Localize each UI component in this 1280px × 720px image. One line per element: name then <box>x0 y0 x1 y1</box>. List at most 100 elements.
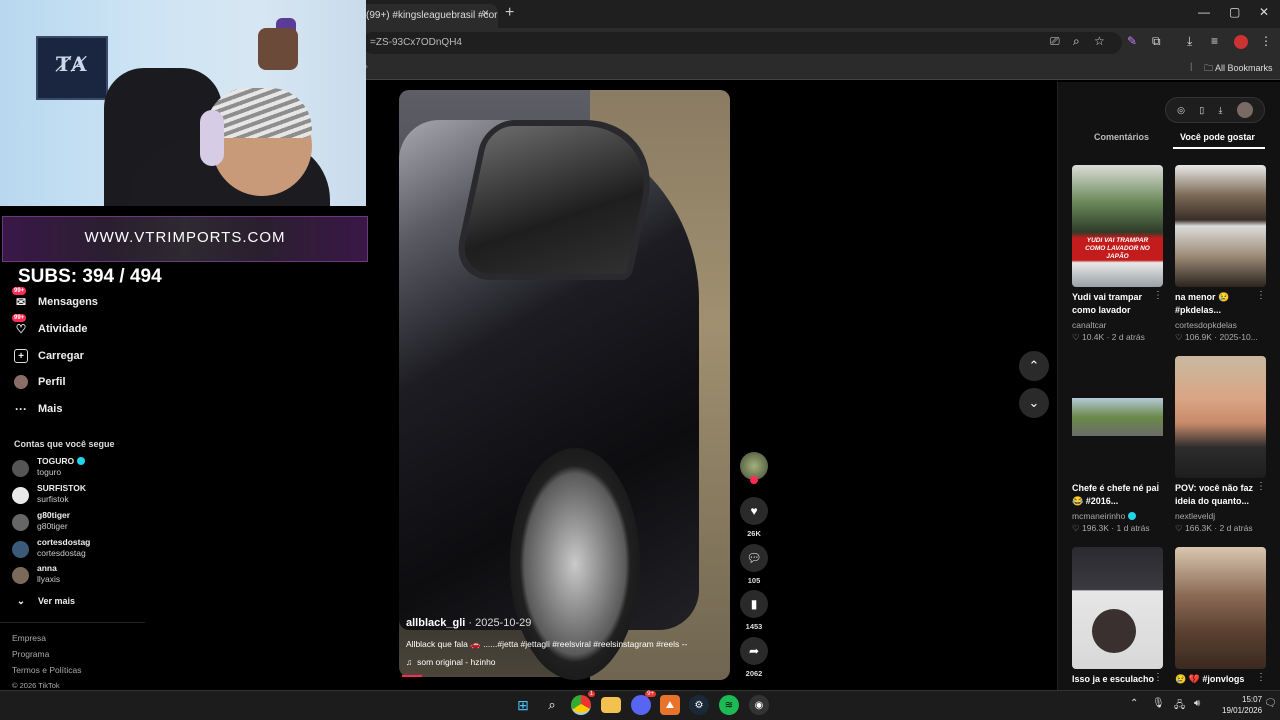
share-button[interactable]: ➦ <box>740 637 768 665</box>
more-options-icon[interactable]: ⋮ <box>1256 672 1266 683</box>
more-options-icon[interactable]: ⋮ <box>1256 481 1266 492</box>
card-title[interactable]: POV: você não faz ideia do quanto... <box>1175 482 1266 508</box>
like-button[interactable]: ♥ <box>740 497 768 525</box>
sidebar-item-label: Atividade <box>38 323 88 335</box>
account-name: g80tiger <box>37 510 71 520</box>
extensions-icon[interactable]: ⧉ <box>1152 34 1161 49</box>
video-thumbnail[interactable] <box>1175 356 1266 478</box>
tab-active-indicator <box>1173 147 1265 149</box>
card-author[interactable]: mcmaneirinho <box>1072 511 1137 521</box>
comment-icon: 💬︎ <box>746 551 762 565</box>
more-options-icon[interactable]: ⋮ <box>1256 290 1266 301</box>
maximize-button[interactable]: ▢ <box>1229 5 1240 19</box>
phone-icon[interactable]: ▯ <box>1199 105 1204 116</box>
card-title[interactable]: 😢 💔 #jonvlogs <box>1175 673 1266 686</box>
chrome-icon[interactable]: 1 <box>571 691 595 715</box>
bookmark-star-icon[interactable]: ☆ <box>1094 34 1105 48</box>
card-author[interactable]: cortesdopkdelas <box>1175 320 1237 330</box>
save-button[interactable]: ▮ <box>740 590 768 618</box>
download-icon[interactable]: ⤓ <box>1219 105 1223 116</box>
sidebar-item-messages[interactable]: ✉ 99+ Mensagens <box>12 287 98 309</box>
account-cortesdostag[interactable]: cortesdostag cortesdostag <box>12 537 212 561</box>
more-options-icon[interactable]: ⋮ <box>1153 672 1163 683</box>
tab-active[interactable]: (99+) #kingsleaguebrasil #corin <box>358 4 498 28</box>
card-title[interactable]: na menor 😢 #pkdelas... <box>1175 291 1266 317</box>
sidebar-item-activity[interactable]: ♡ 99+ Atividade <box>12 314 88 336</box>
video-thumbnail[interactable] <box>1072 547 1163 669</box>
divider: | <box>1190 61 1193 71</box>
address-bar[interactable]: =ZS-93Cx7ODnQH4 <box>362 32 1122 54</box>
extension-pen-icon[interactable]: ✎ <box>1127 34 1137 48</box>
discord-icon[interactable]: 9+ <box>631 691 656 715</box>
poster-logo: ȾȺ <box>56 52 87 76</box>
video-thumbnail[interactable] <box>1175 165 1266 287</box>
video-progress-bar[interactable] <box>402 675 422 677</box>
follow-icon[interactable] <box>750 476 758 484</box>
video-thumbnail[interactable] <box>1175 547 1266 669</box>
url-text: =ZS-93Cx7ODnQH4 <box>370 37 462 48</box>
file-explorer-icon[interactable] <box>601 697 621 713</box>
card-title[interactable]: Isso ja e esculacho <box>1072 673 1163 686</box>
share-count: 2062 <box>745 669 763 678</box>
sidebar-item-profile[interactable]: Perfil <box>14 375 66 389</box>
thumbnail-caption: YUDI VAI TRAMPAR COMO LAVADOR NO JAPÃO <box>1085 237 1150 260</box>
card-author[interactable]: canaltcar <box>1072 320 1107 330</box>
taskbar-clock[interactable]: 15:07 19/01/2026 <box>1222 694 1262 716</box>
profile-avatar[interactable] <box>1234 35 1248 49</box>
zoom-icon[interactable]: ⌕ <box>1073 34 1080 49</box>
all-bookmarks[interactable]: 🗀 All Bookmarks <box>1204 61 1273 77</box>
card-meta: ♡ 106.9K · 2025-10... <box>1175 332 1258 342</box>
footer-link-terms[interactable]: Termos e Políticas <box>12 665 81 675</box>
network-icon[interactable]: 🖧︎ <box>1174 698 1185 715</box>
obs-icon[interactable]: ◉ <box>749 695 769 715</box>
footer-link-program[interactable]: Programa <box>12 649 49 659</box>
account-surfistok[interactable]: SURFISTOK surfistok <box>12 483 212 507</box>
sidebar-item-more[interactable]: ··· Mais <box>14 402 62 416</box>
video-music[interactable]: ♫ som original - hzinho <box>406 657 496 667</box>
windows-start-icon[interactable]: ⊞ <box>513 695 533 715</box>
cast-icon[interactable]: ⎚ <box>1050 34 1060 49</box>
notifications-icon[interactable]: 🗨︎ <box>1264 698 1277 709</box>
tab-you-may-like[interactable]: Você pode gostar <box>1180 132 1255 142</box>
more-options-icon[interactable]: ⋮ <box>1153 481 1163 492</box>
steam-icon[interactable]: ⚙ <box>689 695 709 715</box>
tab-comments[interactable]: Comentários <box>1094 132 1149 142</box>
card-title[interactable]: Chefe é chefe né pai 😂 #2016... <box>1072 482 1163 508</box>
menu-icon[interactable]: ⋮ <box>1260 34 1272 48</box>
search-icon[interactable]: ⌕ <box>542 695 562 715</box>
account-toguro[interactable]: TOGURO toguro <box>12 456 212 480</box>
spotify-icon[interactable]: ≋ <box>719 695 739 715</box>
close-window-button[interactable]: ✕ <box>1259 5 1269 19</box>
tab-close-icon[interactable]: × <box>482 6 489 20</box>
video-author[interactable]: allblack_gli · 2025-10-29 <box>406 617 531 629</box>
media-icon[interactable]: ≡ <box>1211 34 1218 48</box>
clock-time: 15:07 <box>1242 695 1263 704</box>
messages-badge: 99+ <box>12 287 27 295</box>
music-note-icon: ♫ <box>406 657 413 667</box>
new-tab-button[interactable]: + <box>505 4 514 22</box>
previous-video-button[interactable]: ⌃ <box>1019 351 1049 381</box>
next-video-button[interactable]: ⌄ <box>1019 388 1049 418</box>
app-icon[interactable]: ⛰ <box>660 695 680 715</box>
footer-copyright: © 2026 TikTok <box>12 681 60 690</box>
avatar[interactable] <box>1236 102 1253 118</box>
tray-chevron-up-icon[interactable]: ⌃ <box>1130 698 1138 709</box>
volume-icon[interactable]: 🔊︎ <box>1194 698 1200 709</box>
video-thumbnail[interactable]: YUDI VAI TRAMPAR COMO LAVADOR NO JAPÃO <box>1072 165 1163 287</box>
sidebar-item-upload[interactable]: + Carregar <box>14 349 84 363</box>
share-icon: ➦ <box>748 644 760 658</box>
video-thumbnail[interactable] <box>1072 356 1163 478</box>
account-g80tiger[interactable]: g80tiger g80tiger <box>12 510 212 534</box>
footer-link-company[interactable]: Empresa <box>12 633 46 643</box>
all-bookmarks-label: All Bookmarks <box>1215 63 1273 73</box>
compass-icon[interactable]: ◎ <box>1177 105 1185 116</box>
account-anna[interactable]: anna llyaxis <box>12 563 212 587</box>
more-options-icon[interactable]: ⋮ <box>1153 290 1163 301</box>
download-icon[interactable]: ⤓ <box>1187 34 1192 49</box>
microphone-icon[interactable]: 🎙︎ <box>1152 698 1165 709</box>
card-author[interactable]: nextleveldj <box>1175 511 1215 521</box>
card-title[interactable]: Yudi vai trampar como lavador <box>1072 291 1163 317</box>
see-more-button[interactable]: ⌄ Ver mais <box>14 594 75 608</box>
minimize-button[interactable]: — <box>1198 5 1210 19</box>
comment-button[interactable]: 💬︎ <box>740 544 768 572</box>
